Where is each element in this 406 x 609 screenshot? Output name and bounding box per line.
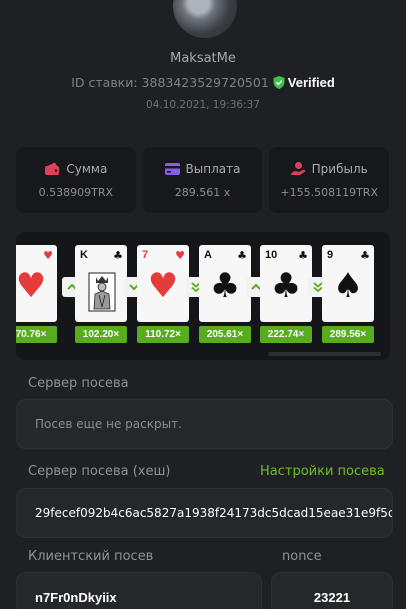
playing-card: 7 ♥ ♥	[137, 245, 189, 322]
stat-profit-label: Прибыль	[311, 161, 368, 176]
heart-icon: ♥	[175, 249, 185, 262]
avatar	[173, 0, 237, 38]
stat-profit-value: +155.508119TRX	[280, 185, 378, 199]
profit-icon	[290, 161, 305, 175]
bet-id-row: ID ставки: 3883423529720501 Verified	[0, 75, 406, 90]
multiplier-badge: 205.61×	[199, 326, 251, 343]
playing-card: A ♣ ♣	[199, 245, 251, 322]
cards-history[interactable]: ♥ ♥ 70.76× K ♣ 102.20× 7 ♥ ♥ 110.72× A ♣…	[16, 232, 390, 360]
card-rank: K	[80, 249, 88, 261]
card-rank: A	[204, 249, 212, 261]
multiplier-badge: 102.20×	[75, 326, 127, 343]
stat-payout-label: Выплата	[185, 161, 241, 176]
server-seed-hash-label: Сервер посева (хеш)	[28, 464, 171, 479]
spade-icon: ♠	[332, 266, 364, 306]
heart-icon: ♥	[16, 266, 47, 306]
card-rank: 10	[265, 249, 278, 261]
stat-amount-label: Сумма	[66, 161, 108, 176]
nonce-field[interactable]: 23221	[271, 572, 393, 609]
verified-label: Verified	[287, 75, 335, 90]
multiplier-badge: 289.56×	[322, 326, 374, 343]
horizontal-scrollbar[interactable]	[268, 352, 381, 356]
club-icon: ♣	[360, 249, 370, 262]
multiplier-badge: 110.72×	[137, 326, 189, 343]
club-icon: ♣	[270, 266, 302, 306]
heart-icon: ♥	[43, 249, 53, 262]
stat-payout-value: 289.561 x	[174, 185, 231, 199]
stat-amount: Сумма 0.538909TRX	[16, 147, 136, 213]
king-figure-icon	[88, 272, 116, 312]
card-rank: 7	[142, 249, 149, 261]
playing-card: K ♣	[75, 245, 127, 322]
username: MaksatMe	[170, 51, 236, 66]
verified-badge: Verified	[273, 75, 335, 90]
card-rank: 9	[327, 249, 334, 261]
stat-profit: Прибыль +155.508119TRX	[269, 147, 390, 213]
card-icon	[164, 162, 180, 175]
heart-icon: ♥	[147, 266, 179, 306]
bet-id: ID ставки: 3883423529720501	[71, 75, 269, 90]
bet-datetime: 04.10.2021, 19:36:37	[146, 99, 260, 111]
multiplier-badge: 70.76×	[16, 326, 57, 343]
stat-amount-value: 0.538909TRX	[38, 185, 114, 199]
stats-row: Сумма 0.538909TRX Выплата 289.561 x Приб…	[16, 147, 390, 213]
server-seed-label: Сервер посева	[28, 376, 129, 391]
client-seed-label: Клиентский посев	[28, 549, 154, 564]
wallet-icon	[45, 162, 60, 175]
club-icon: ♣	[113, 249, 123, 262]
nonce-label: nonce	[282, 549, 322, 564]
club-icon: ♣	[237, 249, 247, 262]
server-seed-hash-field[interactable]: 29fecef092b4c6ac5827a1938f24173dc5dcad15…	[16, 488, 393, 538]
stat-payout: Выплата 289.561 x	[142, 147, 263, 213]
server-seed-field[interactable]: Посев еще не раскрыт.	[16, 399, 393, 449]
playing-card: ♥ ♥	[16, 245, 57, 322]
shield-check-icon	[273, 76, 285, 89]
playing-card: 9 ♣ ♠	[322, 245, 374, 322]
client-seed-field[interactable]: n7Fr0nDkyiix	[16, 572, 262, 609]
bet-details-panel: MaksatMe ID ставки: 3883423529720501 Ver…	[0, 0, 406, 609]
club-icon: ♣	[298, 249, 308, 262]
playing-card: 10 ♣ ♣	[260, 245, 312, 322]
seed-settings-link[interactable]: Настройки посева	[260, 464, 385, 479]
multiplier-badge: 222.74×	[260, 326, 312, 343]
club-icon: ♣	[209, 266, 241, 306]
